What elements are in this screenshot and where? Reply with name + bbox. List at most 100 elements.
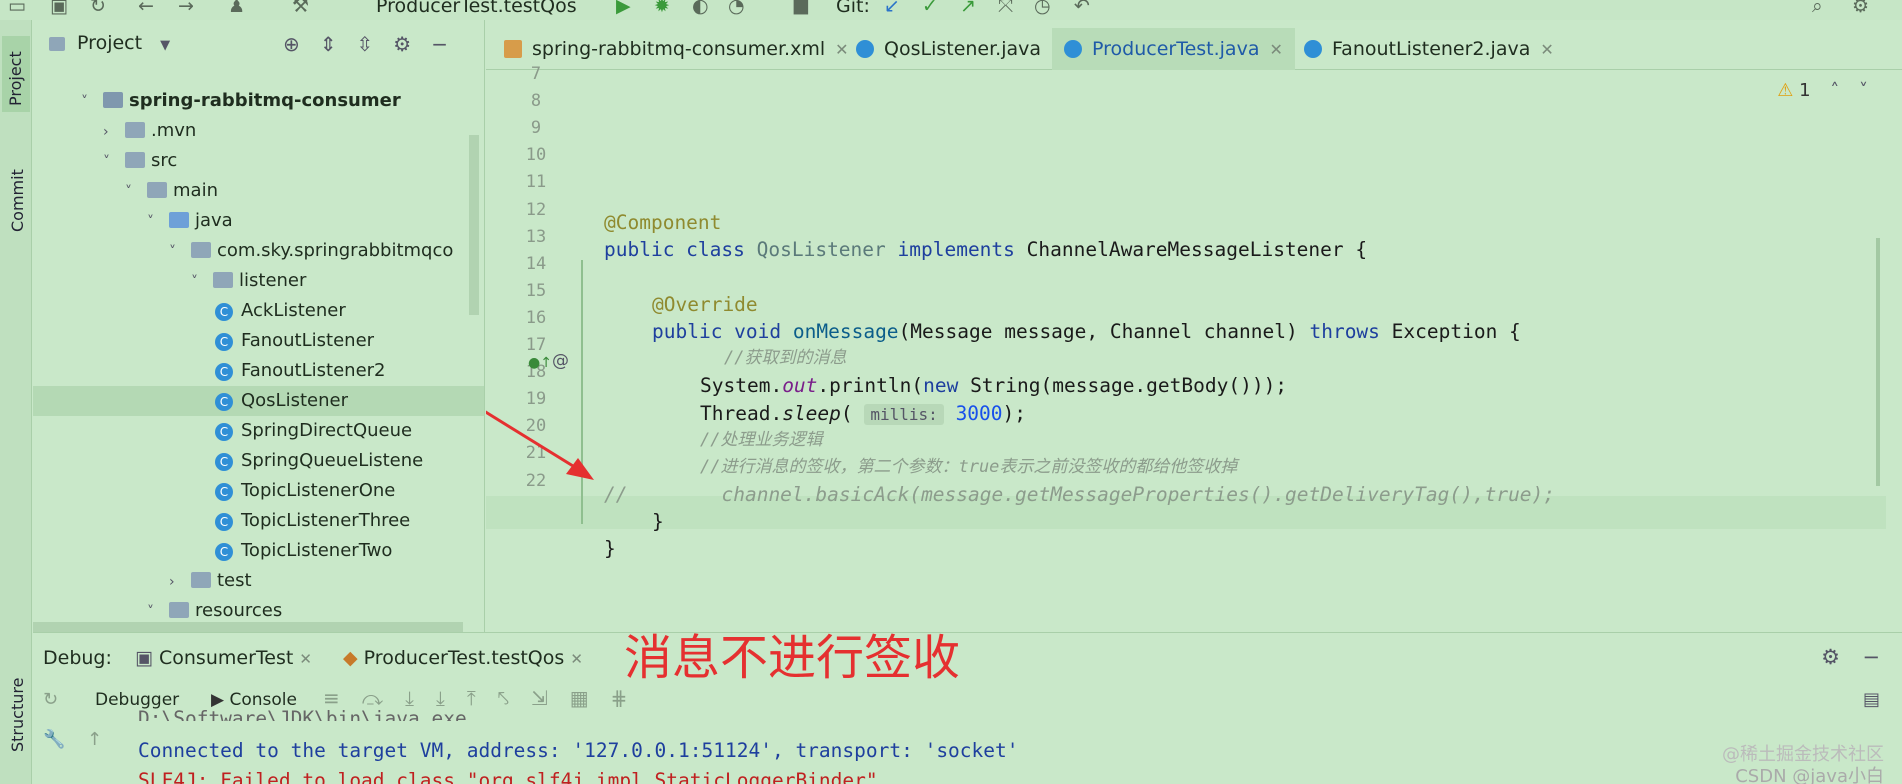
tree-item[interactable]: C TopicListenerOne (33, 476, 484, 506)
tree-item[interactable]: C TopicListenerTwo (33, 536, 484, 566)
close-icon[interactable]: ✕ (299, 650, 312, 668)
debug-session-tab-producer[interactable]: ◆ ProducerTest.testQos ✕ (343, 647, 583, 669)
back-icon[interactable]: ← (138, 0, 154, 16)
xml-file-icon (504, 40, 522, 58)
tree-item[interactable]: ˅ src (33, 146, 484, 177)
evaluate-icon[interactable]: ▦ (570, 686, 611, 710)
class-icon: C (215, 513, 233, 531)
wrench-icon[interactable]: 🔧 (43, 729, 65, 750)
tree-item[interactable]: C SpringDirectQueue (33, 416, 484, 446)
main-toolbar: ▭ ▣ ↻ ← → ♟ ⚒ ProducerTest.testQos ▶ ✹ ◐… (0, 0, 1902, 20)
project-panel-title[interactable]: Project ▼ (49, 32, 170, 54)
commit-tool-tab[interactable]: Commit (6, 169, 30, 232)
refresh-icon[interactable]: ↻ (90, 0, 106, 16)
watermark-csdn: CSDN @java小白 (1735, 766, 1884, 784)
tree-item-label: TopicListenerThree (241, 510, 411, 531)
chevron-down-icon[interactable]: ˅ (1859, 80, 1868, 101)
tree-item-label: SpringQueueListene (241, 450, 424, 471)
chevron-down-icon[interactable]: ˅ (191, 267, 213, 297)
git-update-icon[interactable]: ↙ (884, 0, 900, 16)
code-editor[interactable]: ⚠ 1 ˄ ˅ 7 8 9 10 11 12 13 14 15 16 17 18 19 20 21 22 ●↑… (486, 64, 1902, 632)
run-icon[interactable]: ▶ (616, 0, 631, 16)
user-icon[interactable]: ♟ (228, 0, 245, 16)
tree-item[interactable]: C SpringQueueListene (33, 446, 484, 476)
editor-tab[interactable]: ProducerTest.java ✕ (1052, 28, 1295, 70)
tree-item[interactable]: › .mvn (33, 116, 484, 147)
editor-tab[interactable]: QosListener.java✕ (844, 28, 1076, 70)
gear-icon[interactable]: ⚙ (393, 32, 431, 56)
chevron-down-icon[interactable]: ˅ (103, 147, 125, 177)
profile-icon[interactable]: ◔ (728, 0, 745, 16)
module-icon (103, 92, 123, 108)
tree-item-label: main (173, 180, 218, 201)
test-icon: ▣ (135, 647, 153, 669)
expand-all-icon[interactable]: ⇕ (320, 32, 357, 56)
source-folder-icon (169, 212, 189, 228)
folder-icon (125, 122, 145, 138)
forward-icon[interactable]: → (178, 0, 194, 16)
tree-item[interactable]: C FanoutListener2 (33, 356, 484, 386)
build-icon[interactable]: ⚒ (292, 0, 309, 16)
annotation-arrow (486, 410, 594, 480)
editor-tab[interactable]: FanoutListener2.java ✕ (1292, 28, 1566, 70)
debug-session-tab-consumer[interactable]: ▣ ConsumerTest ✕ (135, 647, 312, 669)
tree-item[interactable]: ˅ main (33, 176, 484, 207)
chevron-down-icon[interactable]: ˅ (81, 87, 103, 117)
code-line-20: } (652, 510, 664, 533)
tree-horizontal-scrollbar[interactable] (33, 622, 463, 632)
console-line-2: Connected to the target VM, address: '12… (138, 739, 1019, 762)
arrow-shaft (486, 410, 587, 476)
tree-item[interactable]: › test (33, 566, 484, 597)
layout-icon[interactable]: ▤ (1863, 689, 1880, 710)
tree-item[interactable]: C TopicListenerThree (33, 506, 484, 536)
chevron-down-icon[interactable]: ˅ (147, 207, 169, 237)
settings-icon[interactable]: ⚙ (1852, 0, 1869, 16)
hide-icon[interactable]: − (431, 32, 468, 56)
search-icon[interactable]: ⌕ (1812, 0, 1823, 16)
chevron-right-icon[interactable]: › (103, 117, 125, 147)
locate-icon[interactable]: ⊕ (283, 32, 320, 56)
tree-item-label: .mvn (151, 120, 197, 141)
code-line-21: } (604, 537, 616, 560)
collapse-all-icon[interactable]: ⇳ (357, 32, 394, 56)
tree-item[interactable]: C QosListener (33, 386, 484, 416)
close-icon[interactable]: ✕ (1540, 40, 1553, 59)
chevron-right-icon[interactable]: › (169, 567, 191, 597)
class-icon: C (215, 483, 233, 501)
git-merge-icon[interactable]: ⤧ (998, 0, 1013, 16)
coverage-icon[interactable]: ◐ (692, 0, 709, 16)
tree-item[interactable]: ˅ spring-rabbitmq-consumer (33, 86, 484, 117)
tree-vertical-scrollbar[interactable] (469, 135, 479, 315)
tree-item-label: SpringDirectQueue (241, 420, 413, 441)
rerun-icon[interactable]: ↻ (43, 689, 58, 710)
tree-item[interactable]: C FanoutListener (33, 326, 484, 356)
minimize-icon[interactable]: − (1862, 645, 1880, 669)
git-commit-icon[interactable]: ✓ (922, 0, 938, 16)
tree-item[interactable]: C AckListener (33, 296, 484, 326)
close-icon[interactable]: ✕ (570, 650, 583, 668)
inspection-widget[interactable]: ⚠ 1 ˄ ˅ (1777, 80, 1868, 101)
rollback-icon[interactable]: ↶ (1074, 0, 1090, 16)
run-to-cursor-icon[interactable]: ⇲ (531, 686, 570, 710)
tree-item[interactable]: ˅ java (33, 206, 484, 237)
chevron-down-icon[interactable]: ˅ (125, 177, 147, 207)
stop-icon[interactable]: ■ (792, 0, 810, 16)
tree-item[interactable]: ˅ listener (33, 266, 484, 297)
git-push-icon[interactable]: ↗ (960, 0, 976, 16)
chevron-down-icon[interactable]: ▼ (160, 38, 170, 53)
history-icon[interactable]: ◷ (1034, 0, 1051, 16)
folder-icon[interactable]: ▭ (8, 0, 26, 16)
structure-tool-tab[interactable]: Structure (6, 678, 30, 752)
chevron-up-icon[interactable]: ˄ (1830, 80, 1839, 101)
close-icon[interactable]: ✕ (1269, 40, 1282, 59)
scroll-up-icon[interactable]: ↑ (87, 729, 102, 750)
chevron-down-icon[interactable]: ˅ (169, 237, 191, 267)
gear-icon[interactable]: ⚙ (1821, 645, 1840, 669)
save-icon[interactable]: ▣ (50, 0, 68, 16)
tree-item[interactable]: ˅ com.sky.springrabbitmqco (33, 236, 484, 267)
project-tool-tab[interactable]: Project (2, 36, 30, 112)
trace-icon[interactable]: ⋕ (611, 686, 650, 710)
parameter-hint: millis: (864, 404, 944, 425)
run-config-selector[interactable]: ProducerTest.testQos (376, 0, 577, 17)
debug-icon[interactable]: ✹ (654, 0, 670, 16)
